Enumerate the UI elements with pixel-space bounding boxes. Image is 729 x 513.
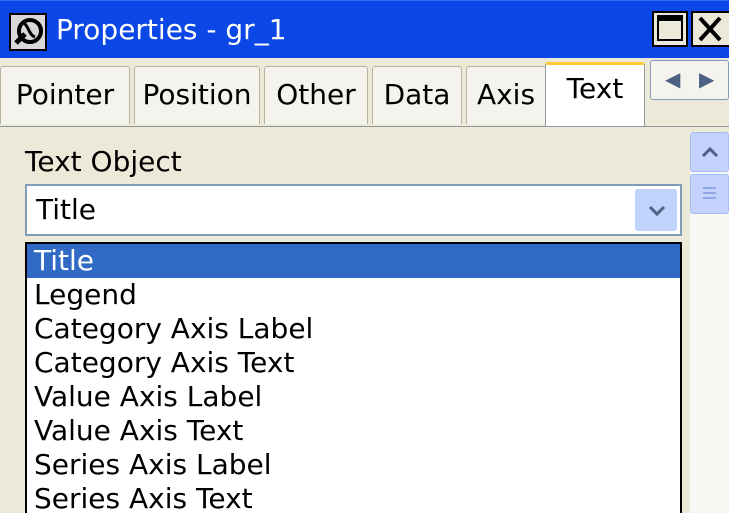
maximize-icon — [657, 15, 683, 41]
text-object-combobox[interactable]: Title — [25, 184, 682, 236]
option-series-axis-label[interactable]: Series Axis Label — [27, 448, 680, 482]
window-title: Properties - gr_1 — [56, 13, 287, 46]
option-value-axis-text[interactable]: Value Axis Text — [27, 414, 680, 448]
option-category-axis-label[interactable]: Category Axis Label — [27, 312, 680, 346]
text-object-selected-value: Title — [36, 193, 97, 226]
tab-scroll-control: ◀ ▶ — [650, 60, 729, 100]
chevron-up-icon — [701, 146, 719, 158]
grip-line — [703, 187, 716, 189]
tab-other[interactable]: Other — [264, 66, 368, 124]
option-category-axis-text[interactable]: Category Axis Text — [27, 346, 680, 380]
panel-scrollbar[interactable] — [690, 132, 729, 513]
scroll-up-button[interactable] — [690, 132, 729, 172]
title-bar[interactable]: Properties - gr_1 — [0, 0, 729, 59]
close-icon — [698, 16, 722, 42]
text-object-dropdown-list: Title Legend Category Axis Label Categor… — [25, 242, 682, 513]
grip-line — [703, 192, 716, 194]
tab-position[interactable]: Position — [134, 66, 260, 124]
tab-text[interactable]: Text — [545, 62, 645, 126]
close-button[interactable] — [691, 11, 729, 47]
tab-data[interactable]: Data — [372, 66, 462, 124]
option-value-axis-label[interactable]: Value Axis Label — [27, 380, 680, 414]
dropdown-button[interactable] — [635, 189, 677, 231]
text-tab-panel: Text Object Title Title Legend Category … — [0, 126, 729, 513]
option-series-axis-text[interactable]: Series Axis Text — [27, 482, 680, 513]
tab-strip: Pointer Position Other Data Axis Text ◀ … — [0, 58, 729, 126]
properties-app-icon[interactable] — [9, 13, 47, 51]
grip-line — [703, 197, 716, 199]
text-object-label: Text Object — [25, 145, 182, 178]
tab-axis[interactable]: Axis — [466, 66, 546, 124]
maximize-button[interactable] — [652, 11, 688, 47]
option-title[interactable]: Title — [27, 244, 680, 278]
scroll-thumb[interactable] — [690, 174, 729, 214]
chevron-down-icon — [648, 205, 666, 217]
tab-pointer[interactable]: Pointer — [0, 66, 130, 124]
arrow-left-icon[interactable]: ◀ — [665, 63, 680, 95]
arrow-right-icon[interactable]: ▶ — [699, 63, 714, 95]
option-legend[interactable]: Legend — [27, 278, 680, 312]
